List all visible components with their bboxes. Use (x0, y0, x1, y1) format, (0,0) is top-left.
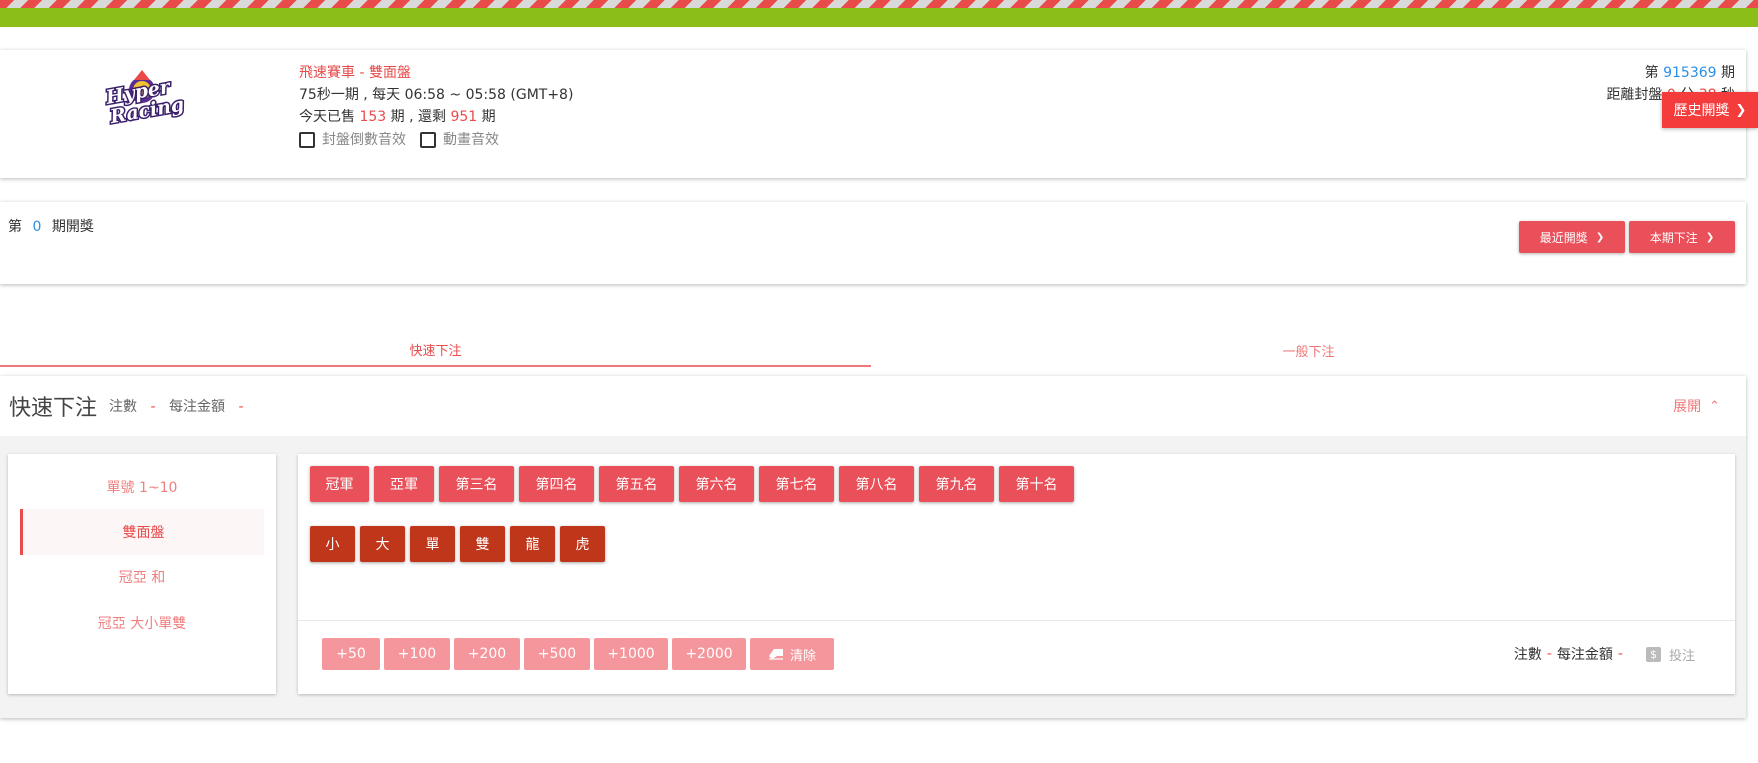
bet-type-button[interactable]: 大 (360, 526, 405, 562)
position-button[interactable]: 第六名 (679, 466, 754, 502)
checkered-stripe (0, 0, 1758, 8)
tab-normal-bet[interactable]: 一般下注 (871, 333, 1746, 367)
history-draws-label: 歷史開獎 (1673, 103, 1730, 119)
chevron-up-icon: ⌃ (1709, 398, 1720, 414)
sound-options: 封盤倒數音效 動畫音效 (299, 129, 573, 151)
green-stripe (0, 8, 1758, 27)
chevron-down-icon: ❯ (1705, 231, 1715, 243)
position-button[interactable]: 亞軍 (374, 466, 434, 502)
dollar-icon: $ (1645, 646, 1661, 662)
tab-quick-bet[interactable]: 快速下注 (0, 333, 871, 367)
period-prefix: 第 (1644, 65, 1659, 81)
divider (298, 620, 1735, 621)
current-bets-dropdown[interactable]: 本期下注 ❯ (1629, 221, 1735, 253)
top-banner-stripe (0, 0, 1758, 27)
position-button[interactable]: 第四名 (519, 466, 594, 502)
bet-type-row: 小 大 單 雙 龍 虎 (310, 526, 610, 562)
animation-sound-label[interactable]: 動畫音效 (443, 129, 499, 151)
clear-button[interactable]: 清除 (750, 638, 834, 670)
position-button[interactable]: 第九名 (919, 466, 994, 502)
bet-type-button[interactable]: 小 (310, 526, 355, 562)
draw-period-label: 第 0 期開獎 (8, 216, 94, 236)
amount-button[interactable]: +100 (384, 638, 450, 670)
bet-amount-value: - (238, 399, 244, 415)
sold-suffix: 期 (481, 109, 496, 125)
countdown-sound-checkbox[interactable] (299, 132, 315, 148)
amount-button[interactable]: +1000 (594, 638, 668, 670)
countdown-sound-label[interactable]: 封盤倒數音效 (322, 129, 406, 151)
position-button[interactable]: 第八名 (839, 466, 914, 502)
sold-prefix: 今天已售 (299, 109, 355, 125)
amount-button[interactable]: +50 (322, 638, 380, 670)
bet-type-button[interactable]: 雙 (460, 526, 505, 562)
game-title: 飛速賽車 - 雙面盤 (299, 65, 411, 81)
bet-amount-label: 每注金額 (168, 399, 225, 415)
draw-suffix: 期開獎 (51, 219, 94, 235)
summary-amount-value: - (1617, 646, 1623, 662)
summary-count-label: 注數 (1513, 647, 1542, 663)
bet-summary: 注數 - 每注金額 - $ 投注 (1514, 644, 1695, 664)
place-bet-button[interactable]: 投注 (1669, 645, 1695, 664)
period-suffix: 期 (1721, 65, 1735, 81)
quick-bet-panel: 快速下注 注數 - 每注金額 - 展開 ⌃ 單號 1~10 雙面盤 冠亞 和 冠… (0, 376, 1746, 718)
clear-label: 清除 (789, 648, 816, 664)
menu-item-champion-size-parity[interactable]: 冠亞 大小單雙 (20, 600, 264, 646)
current-period: 第 915369 期 (1606, 62, 1735, 84)
quick-bet-header: 快速下注 注數 - 每注金額 - 展開 ⌃ (0, 376, 1746, 436)
position-button[interactable]: 第三名 (439, 466, 514, 502)
amount-button[interactable]: +500 (524, 638, 590, 670)
bet-selection-area: 冠軍 亞軍 第三名 第四名 第五名 第六名 第七名 第八名 第九名 第十名 小 … (298, 454, 1735, 694)
history-draws-button[interactable]: 歷史開獎 ❯ (1662, 92, 1758, 128)
sold-count: 153 (359, 109, 387, 125)
eraser-icon (768, 648, 784, 660)
page: Hyper Racing 飛速賽車 - 雙面盤 75秒一期 , 每天 06:58… (0, 0, 1758, 763)
position-button[interactable]: 冠軍 (310, 466, 369, 502)
position-button[interactable]: 第七名 (759, 466, 834, 502)
period-number: 915369 (1663, 65, 1717, 81)
chevron-right-icon: ❯ (1735, 102, 1747, 118)
amount-button[interactable]: +2000 (672, 638, 746, 670)
menu-item-single-number[interactable]: 單號 1~10 (20, 464, 264, 510)
quick-bet-title: 快速下注 (9, 396, 98, 421)
chevron-down-icon: ❯ (1595, 231, 1605, 243)
bet-count-label: 注數 (109, 399, 138, 415)
position-button-row: 冠軍 亞軍 第三名 第四名 第五名 第六名 第七名 第八名 第九名 第十名 (310, 466, 1079, 502)
expand-toggle[interactable]: 展開 ⌃ (1673, 396, 1720, 416)
summary-count-value: - (1546, 646, 1552, 662)
position-button[interactable]: 第十名 (999, 466, 1074, 502)
bet-type-button[interactable]: 單 (410, 526, 455, 562)
recent-draws-dropdown[interactable]: 最近開獎 ❯ (1519, 221, 1625, 253)
game-header-card: Hyper Racing 飛速賽車 - 雙面盤 75秒一期 , 每天 06:58… (0, 50, 1746, 178)
close-label: 距離封盤 (1606, 87, 1663, 103)
expand-label: 展開 (1673, 399, 1702, 415)
remaining-count: 951 (450, 109, 478, 125)
bet-type-button[interactable]: 虎 (560, 526, 605, 562)
animation-sound-checkbox[interactable] (420, 132, 436, 148)
recent-draws-label: 最近開獎 (1539, 230, 1588, 245)
position-button[interactable]: 第五名 (599, 466, 674, 502)
hyper-racing-logo: Hyper Racing (100, 64, 187, 130)
summary-amount-label: 每注金額 (1556, 647, 1613, 663)
draw-prefix: 第 (8, 219, 22, 235)
current-bets-label: 本期下注 (1649, 230, 1698, 245)
draw-result-card: 第 0 期開獎 最近開獎 ❯ 本期下注 ❯ (0, 202, 1746, 284)
game-info: 飛速賽車 - 雙面盤 75秒一期 , 每天 06:58 ~ 05:58 (GMT… (299, 62, 573, 151)
bet-count-value: - (150, 399, 156, 415)
sold-mid: 期 , 還剩 (390, 109, 446, 125)
sales-status: 今天已售 153 期 , 還剩 951 期 (299, 106, 573, 128)
amount-button[interactable]: +200 (454, 638, 520, 670)
bet-category-menu: 單號 1~10 雙面盤 冠亞 和 冠亞 大小單雙 (8, 454, 276, 694)
menu-item-double-sided[interactable]: 雙面盤 (20, 509, 264, 555)
bet-type-button[interactable]: 龍 (510, 526, 555, 562)
quick-bet-meta: 注數 - 每注金額 - (109, 396, 252, 416)
game-schedule: 75秒一期 , 每天 06:58 ~ 05:58 (GMT+8) (299, 87, 574, 103)
draw-period-number: 0 (32, 219, 42, 235)
menu-item-champion-sum[interactable]: 冠亞 和 (20, 554, 264, 600)
amount-button-row: +50 +100 +200 +500 +1000 +2000 清除 (322, 638, 834, 670)
